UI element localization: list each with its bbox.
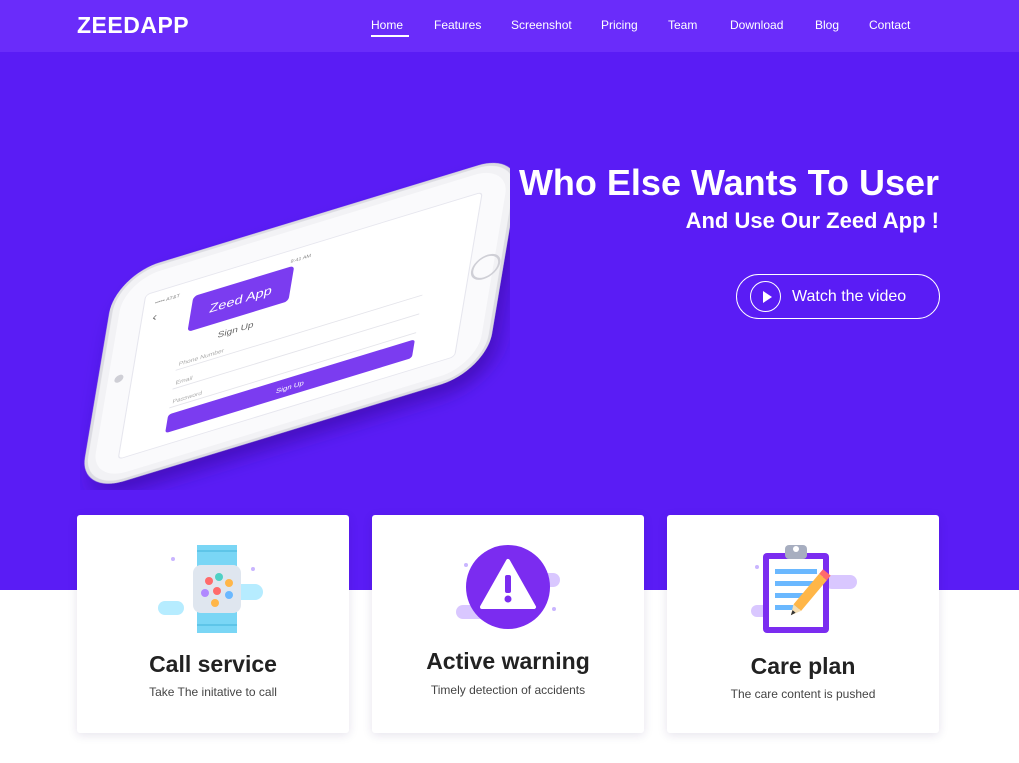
nav-download[interactable]: Download	[730, 18, 783, 32]
nav-features[interactable]: Features	[434, 18, 481, 32]
watch-video-button[interactable]: Watch the video	[736, 274, 940, 319]
feature-desc: Timely detection of accidents	[430, 683, 586, 697]
nav-pricing[interactable]: Pricing	[601, 18, 638, 32]
nav-home[interactable]: Home	[371, 18, 410, 37]
feature-card-care-plan[interactable]: Care plan The care content is pushed	[667, 515, 939, 733]
warning-icon	[456, 545, 560, 629]
feature-desc: The care content is pushed	[730, 687, 876, 701]
navbar: ZEEDAPP Home Features Screenshot Pricing…	[0, 0, 1019, 52]
nav-contact[interactable]: Contact	[869, 18, 910, 32]
clipboard-pencil-icon	[751, 545, 857, 633]
hero-title: Who Else Wants To User	[518, 162, 939, 203]
nav-team[interactable]: Team	[668, 18, 697, 32]
feature-card-active-warning[interactable]: Active warning Timely detection of accid…	[372, 515, 644, 733]
play-icon	[750, 281, 781, 312]
watch-video-label: Watch the video	[792, 287, 907, 305]
phone-mockup: Zeed App Sign Up Phone Number Email Pass…	[80, 160, 517, 490]
hero-subtitle: And Use Our Zeed App !	[685, 208, 939, 233]
feature-title: Care plan	[750, 653, 856, 679]
feature-title: Call service	[149, 651, 277, 677]
logo[interactable]: ZEEDAPP	[77, 12, 189, 39]
feature-desc: Take The initative to call	[149, 685, 277, 699]
feature-card-call-service[interactable]: Call service Take The initative to call	[77, 515, 349, 733]
nav-blog[interactable]: Blog	[815, 18, 839, 32]
feature-title: Active warning	[426, 648, 590, 674]
smartwatch-icon	[158, 545, 263, 633]
hero-section: ZEEDAPP Home Features Screenshot Pricing…	[0, 0, 1019, 590]
nav-screenshot[interactable]: Screenshot	[511, 18, 572, 32]
